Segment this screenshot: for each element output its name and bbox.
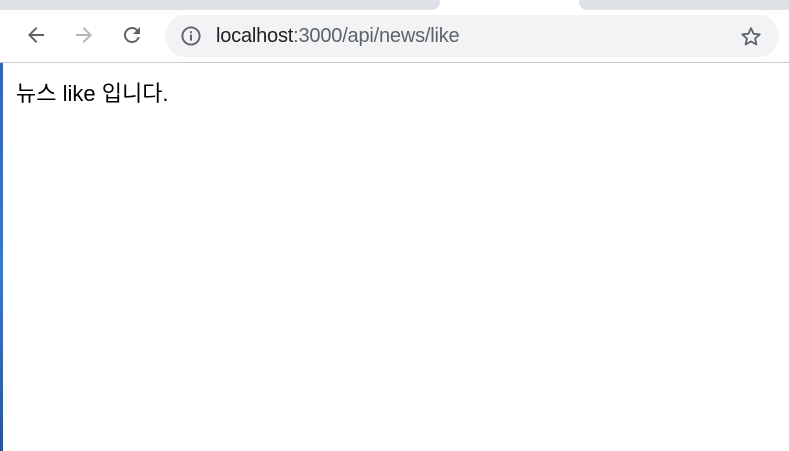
inactive-tab-right[interactable] <box>579 0 789 10</box>
back-button[interactable] <box>22 21 50 49</box>
tab-strip <box>0 0 789 10</box>
url-text[interactable]: localhost:3000/api/news/like <box>216 25 460 47</box>
forward-button[interactable] <box>70 21 98 49</box>
info-icon[interactable] <box>180 25 202 47</box>
browser-window: localhost:3000/api/news/like 뉴스 like 입니다… <box>0 0 789 451</box>
arrow-left-icon <box>28 27 44 43</box>
url-host: localhost <box>216 25 294 47</box>
inactive-tab-left[interactable] <box>0 0 440 10</box>
browser-toolbar: localhost:3000/api/news/like <box>0 10 789 63</box>
star-icon[interactable] <box>739 25 763 49</box>
reload-icon <box>124 27 140 43</box>
reload-button[interactable] <box>118 21 146 49</box>
arrow-right-icon <box>76 27 92 43</box>
page-body-text: 뉴스 like 입니다. <box>16 81 169 106</box>
desktop-edge <box>0 0 3 451</box>
url-path: :3000/api/news/like <box>293 25 460 47</box>
address-bar[interactable]: localhost:3000/api/news/like <box>165 15 779 57</box>
